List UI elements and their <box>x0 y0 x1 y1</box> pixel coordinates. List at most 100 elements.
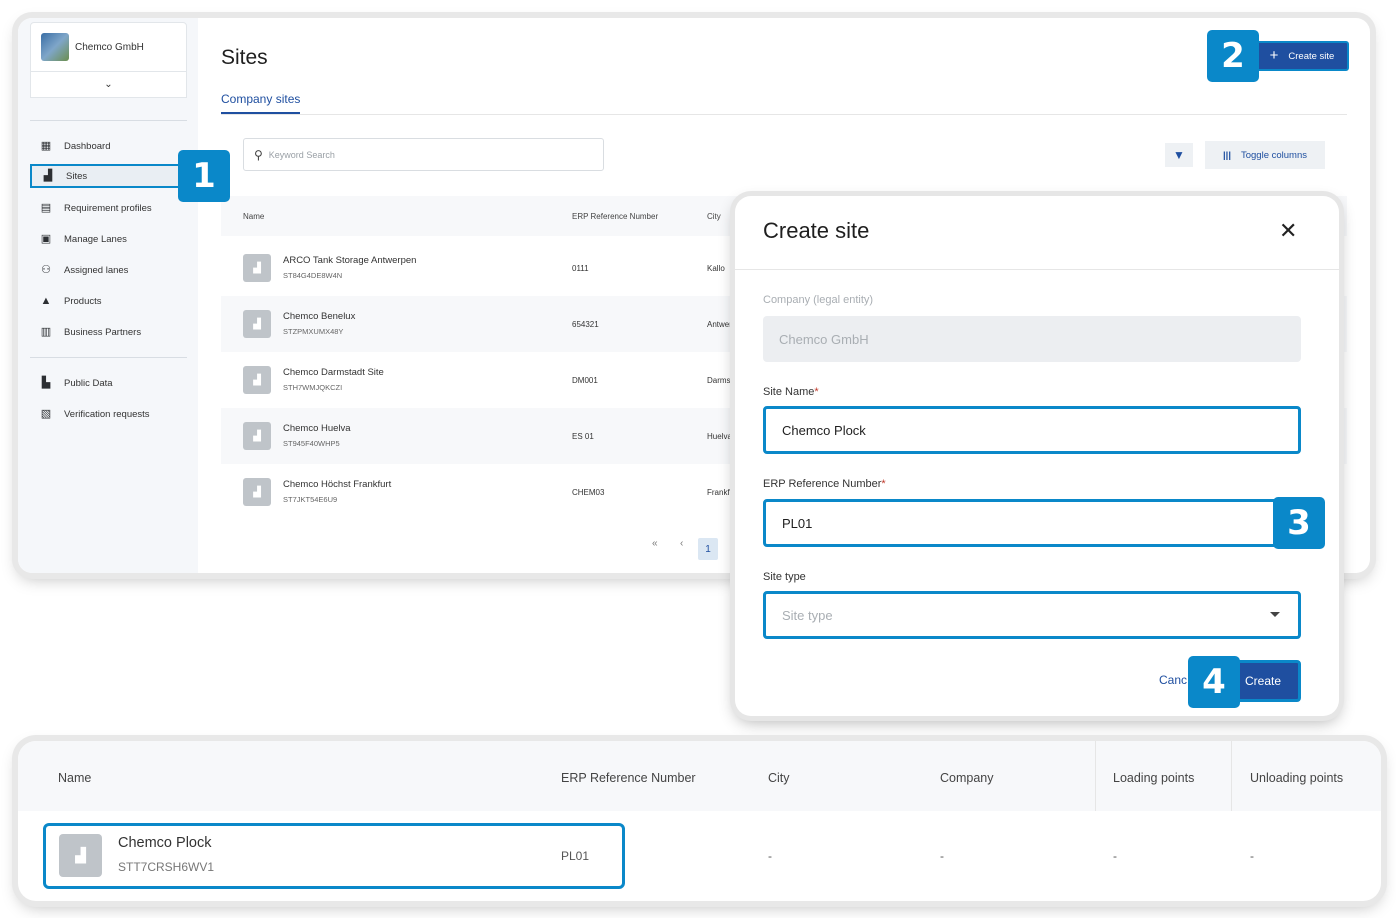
sidebar-item-verification-requests[interactable]: ▧ Verification requests <box>30 402 187 426</box>
flask-icon: ▲ <box>40 295 52 307</box>
site-name: Chemco Huelva <box>283 423 351 434</box>
site-thumbnail-icon: ▟ <box>243 422 271 450</box>
pager-page-1[interactable]: 1 <box>698 538 718 560</box>
org-toggle[interactable]: ⌄ <box>30 72 187 98</box>
column-header-name[interactable]: Name <box>58 771 91 785</box>
site-unloading-points: - <box>1250 849 1254 863</box>
column-header-city[interactable]: City <box>707 212 721 221</box>
document-icon: ▤ <box>40 202 52 214</box>
create-site-dialog: Create site ✕ Company (legal entity) Che… <box>735 196 1339 716</box>
column-divider <box>1231 741 1232 811</box>
dialog-divider <box>735 269 1339 270</box>
column-header-loading-points[interactable]: Loading points <box>1113 771 1194 785</box>
site-name-input[interactable]: Chemco Plock <box>763 406 1301 454</box>
person-add-icon: ⚇ <box>41 264 51 276</box>
company-label: Company (legal entity) <box>763 294 874 306</box>
sidebar-item-business-partners[interactable]: ▥ Business Partners <box>30 320 187 344</box>
column-header-unloading-points[interactable]: Unloading points <box>1250 771 1343 785</box>
tab-company-sites[interactable]: Company sites <box>221 92 300 106</box>
sidebar-item-dashboard[interactable]: ▦ Dashboard <box>30 134 187 158</box>
site-id: ST84G4DE8W4N <box>283 271 343 280</box>
column-header-erp[interactable]: ERP Reference Number <box>572 212 658 221</box>
public-data-icon: ▙ <box>41 377 51 389</box>
required-mark: * <box>814 386 819 398</box>
site-city: Darmst <box>707 376 733 385</box>
site-city: Huelva <box>707 432 732 441</box>
search-input[interactable]: ⚲ Keyword Search <box>243 138 604 171</box>
site-erp: ES 01 <box>572 432 594 441</box>
sidebar-item-public-data[interactable]: ▙ Public Data <box>30 371 187 395</box>
pager-prev-button[interactable]: ‹ <box>680 538 683 549</box>
verification-icon: ▧ <box>40 408 52 420</box>
toggle-columns-label: Toggle columns <box>1240 149 1307 161</box>
column-divider <box>1095 741 1096 811</box>
chevron-down-icon: ⌄ <box>104 79 113 90</box>
chevron-down-icon <box>1270 612 1280 617</box>
page-title: Sites <box>221 46 268 69</box>
site-name-label: Site Name* <box>763 386 819 398</box>
site-type-select[interactable]: Site type <box>763 591 1301 639</box>
site-city: - <box>768 849 772 863</box>
site-erp: DM001 <box>572 376 598 385</box>
toggle-columns-button[interactable]: ||| Toggle columns <box>1205 141 1325 169</box>
plus-icon: + <box>1269 47 1279 64</box>
filter-button[interactable]: ▼ <box>1165 143 1193 167</box>
create-site-button[interactable]: + Create site <box>1255 41 1349 71</box>
sidebar-item-label: Requirement profiles <box>64 202 152 214</box>
site-name: Chemco Plock <box>118 835 212 851</box>
site-id: STZPMXUMX48Y <box>283 327 344 336</box>
step-badge-1: 1 <box>178 150 230 202</box>
table-row[interactable]: ▟ Chemco Plock STT7CRSH6WV1 PL01 - - - - <box>18 811 1381 901</box>
sidebar: Chemco GmbH ⌄ ▦ Dashboard ▟ Sites ▤ Requ… <box>18 18 198 573</box>
company-field: Chemco GmbH <box>763 316 1301 362</box>
erp-input[interactable]: PL01 <box>763 499 1301 547</box>
site-name: Chemco Benelux <box>283 311 356 322</box>
dashboard-icon: ▦ <box>40 140 52 152</box>
site-city: Kallo <box>707 264 725 273</box>
site-id: ST945F40WHP5 <box>283 439 340 448</box>
create-site-label: Create site <box>1288 50 1335 62</box>
site-thumbnail-icon: ▟ <box>243 366 271 394</box>
search-placeholder: Keyword Search <box>268 149 335 160</box>
columns-icon: ||| <box>1223 149 1231 161</box>
sidebar-item-requirement-profiles[interactable]: ▤ Requirement profiles <box>30 196 187 220</box>
row-highlight <box>43 823 625 889</box>
column-header-name[interactable]: Name <box>243 212 264 221</box>
erp-label: ERP Reference Number* <box>763 478 886 490</box>
site-thumbnail-icon: ▟ <box>243 478 271 506</box>
sidebar-item-sites[interactable]: ▟ Sites <box>30 164 187 188</box>
sidebar-item-manage-lanes[interactable]: ▣ Manage Lanes <box>30 227 187 251</box>
site-thumbnail-icon: ▟ <box>243 310 271 338</box>
site-id: STH7WMJQKCZI <box>283 383 343 392</box>
sidebar-item-label: Manage Lanes <box>64 233 127 245</box>
close-icon[interactable]: ✕ <box>1279 218 1297 244</box>
pager-first-button[interactable]: « <box>652 538 658 549</box>
column-header-city[interactable]: City <box>768 771 790 785</box>
site-loading-points: - <box>1113 849 1117 863</box>
building-icon: ▥ <box>40 326 52 338</box>
site-thumbnail-icon: ▟ <box>59 834 102 877</box>
erp-label-text: ERP Reference Number <box>763 478 882 490</box>
sidebar-item-products[interactable]: ▲ Products <box>30 289 187 313</box>
lanes-icon: ▣ <box>40 233 52 245</box>
filter-icon: ▼ <box>1173 148 1185 162</box>
sidebar-item-assigned-lanes[interactable]: ⚇ Assigned lanes <box>30 258 187 282</box>
step-badge-2: 2 <box>1207 30 1259 82</box>
site-city: Antwer <box>707 320 732 329</box>
column-header-company[interactable]: Company <box>940 771 994 785</box>
site-id: ST7JKT54E6U9 <box>283 495 338 504</box>
site-name: Chemco Darmstadt Site <box>283 367 384 378</box>
divider <box>30 120 187 121</box>
dialog-title: Create site <box>763 218 870 243</box>
sidebar-item-label: Sites <box>66 170 88 182</box>
site-type-label: Site type <box>763 571 806 583</box>
org-switcher[interactable]: Chemco GmbH <box>30 22 187 72</box>
result-table: Name ERP Reference Number City Company L… <box>18 741 1381 901</box>
column-header-erp[interactable]: ERP Reference Number <box>561 771 696 785</box>
site-erp: 0111 <box>572 264 589 273</box>
cancel-button[interactable]: Canc <box>1159 673 1187 687</box>
site-erp: PL01 <box>561 849 590 863</box>
result-table-header: Name ERP Reference Number City Company L… <box>18 741 1381 811</box>
site-name: ARCO Tank Storage Antwerpen <box>283 255 417 266</box>
org-logo <box>41 33 69 61</box>
